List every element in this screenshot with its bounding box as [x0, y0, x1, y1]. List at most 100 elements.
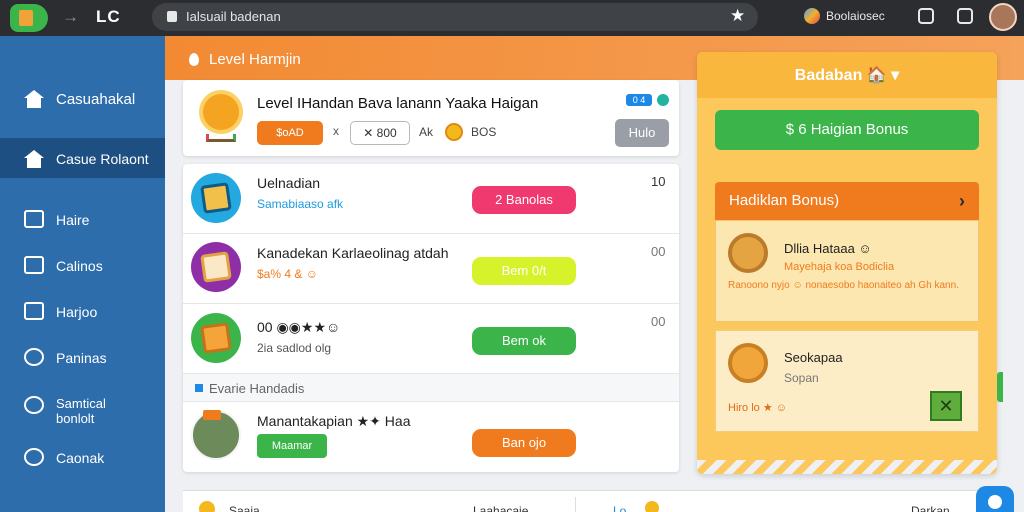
lock-icon	[167, 11, 177, 22]
task-count: 00	[651, 244, 666, 259]
section-header: Evarie Handadis	[183, 374, 679, 402]
bonus-card-title: Seokapaa	[784, 350, 843, 365]
treasure-chest-icon	[728, 343, 768, 383]
bonus-card-subtitle: Mayehaja koa Bodiclia	[784, 261, 895, 273]
chevron-right-icon: ›	[959, 191, 965, 211]
bonus-header: Badaban 🏠 ▾	[697, 52, 997, 98]
bonus-section-header[interactable]: Hadiklan Bonus) ›	[715, 182, 979, 220]
bonus-card: Seokapaa Sopan Hiro lo ★ ☺ ✕	[715, 330, 979, 432]
inbox-icon	[24, 256, 44, 274]
level-text: Ak	[419, 125, 434, 139]
task-list: Uelnadian Samabiaaso afk 10 2 Banolas Ka…	[183, 164, 679, 472]
sidebar-item-paninas[interactable]: Paninas	[0, 344, 165, 374]
list-item: Manantakapian ★✦ Haa Maamar Ban ojo	[183, 402, 679, 472]
bottom-text[interactable]: Darkan	[911, 504, 950, 512]
bottom-link[interactable]: Lo	[613, 504, 626, 512]
task-action-button[interactable]: Bem ok	[472, 327, 576, 355]
coins-pill[interactable]: $oAD	[257, 121, 323, 145]
hulo-button[interactable]: Hulo	[615, 119, 669, 147]
star-icon[interactable]: ★	[730, 6, 745, 26]
level-text-2: BOS	[471, 125, 497, 139]
forward-arrow-icon[interactable]: →	[62, 7, 79, 27]
bonus-card-reward: Hiro lo ★ ☺	[728, 402, 787, 414]
sidebar-item-label: Caonak	[56, 450, 105, 466]
sidebar: Casuahakal Casue Rolaont Haire Calinos H…	[0, 36, 165, 512]
address-bar[interactable]: Ialsuail badenan ★	[152, 3, 758, 31]
browser-toolbar: → LC Ialsuail badenan ★ Boolaiosec	[0, 0, 1024, 36]
bottom-text: Laahacaie	[473, 504, 529, 512]
page-title: Level Harmjin	[209, 51, 301, 68]
bottom-text: Saaia	[229, 504, 260, 512]
settings-icon	[24, 448, 44, 466]
sidebar-item-caonak[interactable]: Caonak	[0, 444, 165, 474]
profile-action-button[interactable]: Ban ojo	[472, 429, 576, 457]
task-title: Uelnadian	[257, 175, 321, 191]
chevron-down-icon: ▾	[891, 67, 900, 84]
bonus-card-title: Dllia Hataaa ☺	[784, 241, 872, 256]
app-logo-icon[interactable]	[10, 4, 48, 32]
sidebar-item-calinos[interactable]: Calinos	[0, 252, 165, 282]
status-badge: 0 4	[626, 94, 652, 106]
home-icon	[24, 150, 44, 168]
task-subtitle: 2ia sadlod olg	[257, 341, 332, 355]
sidebar-item-label: Casue Rolaont	[56, 151, 149, 167]
profile-chip[interactable]: Maamar	[257, 434, 327, 458]
list-item: Kanadekan Karlaeolinag atdah $a% 4 & ☺ 0…	[183, 234, 679, 304]
bonus-title-text: Badaban 🏠	[794, 67, 887, 84]
list-item: 00 ◉◉★★☺ 2ia sadlod olg 00 Bem ok	[183, 304, 679, 374]
box-icon	[191, 173, 241, 223]
bonus-section-label: Hadiklan Bonus)	[729, 192, 840, 209]
coin-icon	[445, 123, 463, 141]
bottom-bar: Saaia Laahacaie Lo Darkan	[183, 490, 1003, 512]
sun-mascot-icon	[203, 94, 239, 130]
sidebar-item-label: Samtical bonlolt	[56, 396, 106, 426]
task-action-button[interactable]: Bem 0/t	[472, 257, 576, 285]
scroll-indicator[interactable]	[997, 372, 1003, 402]
url-text[interactable]: Ialsuail badenan	[186, 9, 281, 24]
crate-icon	[191, 313, 241, 363]
chat-fab-button[interactable]	[976, 486, 1014, 512]
sidebar-item-harjoo[interactable]: Harjoo	[0, 298, 165, 328]
bonus-title[interactable]: Badaban 🏠 ▾	[697, 65, 997, 85]
sidebar-item-label: Haire	[56, 212, 90, 228]
quantity-stepper[interactable]: ✕ 800	[350, 121, 410, 145]
bookmark-icon[interactable]	[918, 8, 934, 24]
account-icon[interactable]	[804, 8, 820, 24]
list-item: Uelnadian Samabiaaso afk 10 2 Banolas	[183, 164, 679, 234]
bonus-panel: Badaban 🏠 ▾ $ 6 Haigian Bonus Hadiklan B…	[697, 52, 997, 474]
sidebar-item-label: Calinos	[56, 258, 103, 274]
profile-title: Manantakapian ★✦ Haa	[257, 413, 411, 429]
close-button[interactable]: ✕	[930, 391, 962, 421]
divider	[575, 497, 576, 512]
sidebar-item-casue-rolaont[interactable]: Casue Rolaont	[0, 138, 165, 178]
sidebar-item-label: Casuahakal	[56, 91, 136, 108]
account-label[interactable]: Boolaiosec	[826, 9, 885, 23]
mail-icon	[24, 302, 44, 320]
get-bonus-button[interactable]: $ 6 Haigian Bonus	[715, 110, 979, 150]
sidebar-item-label: Paninas	[56, 350, 107, 366]
mascot-legs-icon	[206, 134, 236, 142]
sidebar-item-label: Harjoo	[56, 304, 98, 320]
brand-label: LC	[96, 7, 121, 26]
coin-icon	[645, 501, 659, 512]
bonus-card: Dllia Hataaa ☺ Mayehaja koa Bodiclia Ran…	[715, 220, 979, 322]
extension-icon[interactable]	[957, 8, 973, 24]
coin-icon	[199, 501, 215, 512]
lion-icon	[728, 233, 768, 273]
task-subtitle: $a% 4 & ☺	[257, 267, 318, 281]
chat-icon	[24, 396, 44, 414]
task-title: Kanadekan Karlaeolinag atdah	[257, 245, 449, 261]
task-count: 10	[651, 174, 666, 189]
avatar[interactable]	[989, 3, 1017, 31]
sidebar-item-casuahakal[interactable]: Casuahakal	[0, 84, 165, 114]
torn-edge	[697, 460, 997, 474]
task-action-button[interactable]: 2 Banolas	[472, 186, 576, 214]
sidebar-item-samtical[interactable]: Samtical bonlolt	[0, 392, 165, 428]
times-label: x	[333, 124, 339, 138]
section-label: Evarie Handadis	[209, 381, 305, 396]
sidebar-item-haire[interactable]: Haire	[0, 206, 165, 236]
task-subtitle: Samabiaaso afk	[257, 197, 344, 211]
level-title: Level IHandan Bava lanann Yaaka Haigan	[257, 95, 539, 112]
bonus-card-description: Ranoono nyjo ☺ nonaesobo haonaiteo ah Gh…	[728, 280, 959, 291]
gift-box-icon	[191, 242, 241, 292]
